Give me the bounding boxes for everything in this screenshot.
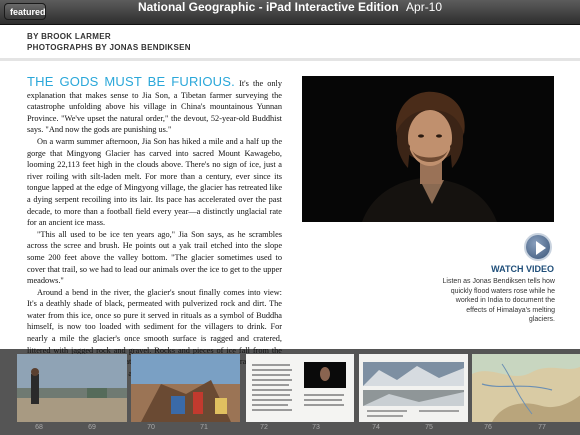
thumbnail-spread-72-73[interactable]	[246, 354, 354, 422]
thumbnail-spread-76-77[interactable]	[472, 354, 580, 422]
app-title: National Geographic - iPad Interactive E…	[0, 0, 580, 14]
article-paragraph: On a warm summer afternoon, Jia Son has …	[27, 136, 282, 228]
article-paragraph: "This all used to be ice ten years ago,"…	[27, 229, 282, 286]
photo-credit: PHOTOGRAPHS BY JONAS BENDIKSEN	[27, 43, 191, 52]
page-number: 77	[538, 424, 546, 431]
video-frame-image	[302, 76, 554, 222]
thumbnail-spread-68-69[interactable]	[17, 354, 127, 422]
divider	[0, 58, 580, 61]
issue-date: Apr-10	[406, 0, 443, 14]
play-icon	[536, 241, 546, 255]
page-number: 72	[260, 424, 268, 431]
page-number: 68	[35, 424, 43, 431]
thumbnail-image	[246, 354, 354, 422]
page-number: 76	[484, 424, 492, 431]
video-player[interactable]	[302, 76, 554, 222]
article-headline: THE GODS MUST BE FURIOUS.	[27, 74, 235, 89]
play-button[interactable]	[524, 233, 552, 261]
page-number: 73	[312, 424, 320, 431]
page-number: 69	[88, 424, 96, 431]
thumbnail-spread-70-71[interactable]	[131, 354, 240, 422]
watch-video-link[interactable]: WATCH VIDEO	[400, 264, 554, 274]
thumbnail-image	[472, 354, 580, 422]
article-paragraph: THE GODS MUST BE FURIOUS. It's the only …	[27, 74, 282, 136]
publication-title: National Geographic - iPad Interactive E…	[137, 0, 399, 14]
thumbnail-image	[359, 354, 468, 422]
video-caption: Listen as Jonas Bendiksen tells how quic…	[442, 278, 555, 323]
page-number: 74	[372, 424, 380, 431]
thumbnail-image	[17, 354, 127, 422]
article-body: THE GODS MUST BE FURIOUS. It's the only …	[27, 74, 282, 379]
thumbnail-spread-74-75[interactable]	[359, 354, 468, 422]
page-number: 75	[425, 424, 433, 431]
page-number: 70	[147, 424, 155, 431]
author-credit: BY BROOK LARMER	[27, 32, 111, 41]
byline: BY BROOK LARMER PHOTOGRAPHS BY JONAS BEN…	[27, 31, 191, 53]
page-number: 71	[200, 424, 208, 431]
top-toolbar: featuredCont National Geographic - iPad …	[0, 0, 580, 25]
thumbnail-image	[131, 354, 240, 422]
